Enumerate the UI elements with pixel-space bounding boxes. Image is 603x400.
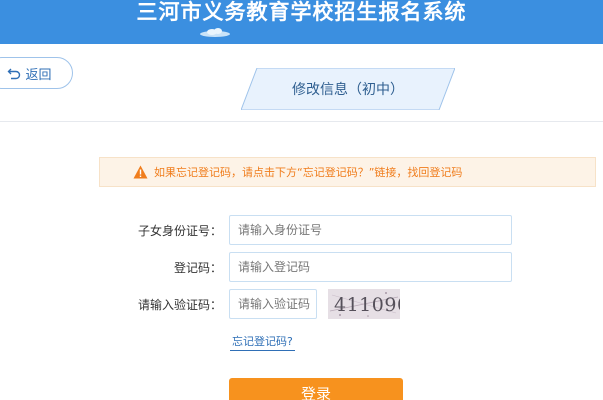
return-arrow-icon (7, 68, 21, 80)
warning-triangle-icon (133, 165, 148, 179)
id-number-label: 子女身份证号： (137, 224, 222, 238)
id-number-row: 子女身份证号： (0, 215, 603, 245)
forgot-registration-code-link[interactable]: 忘记登记码? (230, 333, 295, 351)
id-number-input[interactable] (229, 215, 512, 245)
subheader-bar: 返回 修改信息（初中） (0, 44, 603, 122)
registration-code-label: 登记码： (173, 261, 222, 275)
cloud-decoration-icon (200, 28, 230, 37)
notice-banner: 如果忘记登记码，请点击下方“忘记登记码？”链接，找回登记码 (99, 157, 596, 187)
app-header: 三河市义务教育学校招生报名系统 (0, 0, 603, 44)
registration-code-row: 登记码： (0, 252, 603, 282)
captcha-label: 请输入验证码： (137, 298, 222, 312)
page-title: 修改信息（初中） (292, 82, 404, 98)
back-button[interactable]: 返回 (0, 57, 73, 89)
captcha-text: 411090 (334, 294, 400, 316)
back-button-label: 返回 (25, 67, 52, 83)
captcha-input[interactable] (229, 289, 317, 319)
app-title: 三河市义务教育学校招生报名系统 (136, 0, 467, 24)
captcha-row: 请输入验证码： (0, 289, 603, 319)
page-title-banner: 修改信息（初中） (241, 68, 455, 110)
login-button[interactable]: 登录 (229, 378, 403, 400)
registration-code-input[interactable] (229, 252, 512, 282)
captcha-image[interactable]: 411090 (328, 289, 400, 319)
notice-text: 如果忘记登记码，请点击下方“忘记登记码？”链接，找回登记码 (154, 166, 463, 179)
